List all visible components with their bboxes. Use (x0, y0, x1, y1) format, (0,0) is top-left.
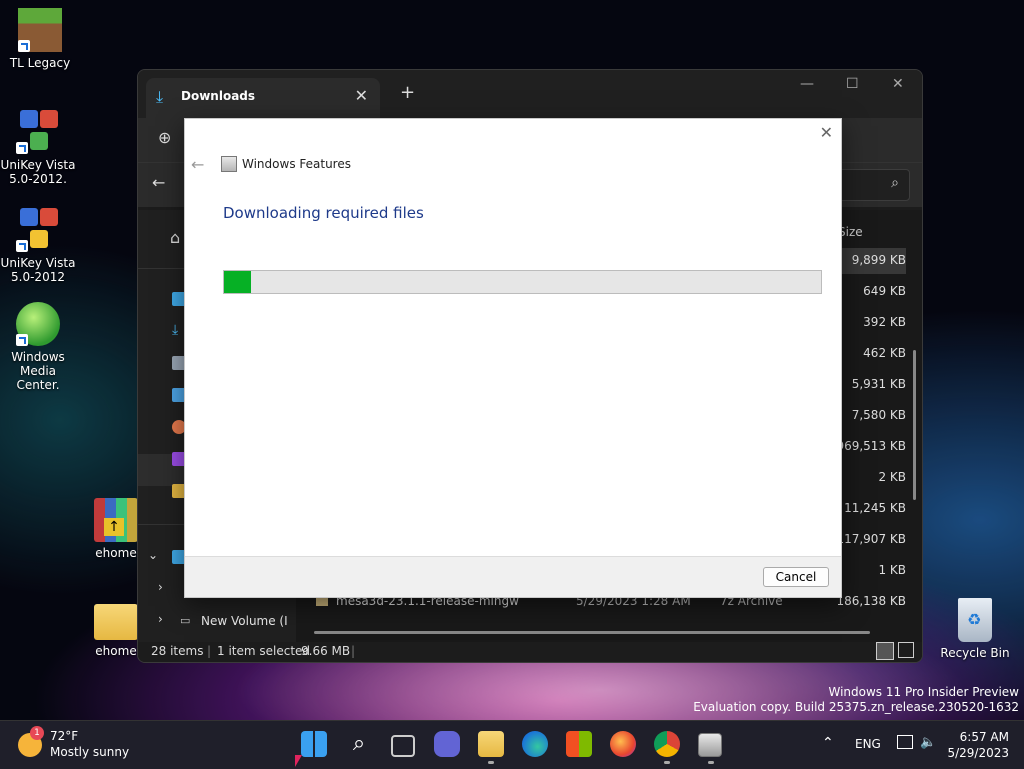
running-indicator (708, 761, 714, 764)
winrar-archive-icon: ↑ (94, 498, 138, 542)
microsoft-store-icon[interactable] (566, 731, 592, 757)
chevron-right-icon[interactable]: › (158, 612, 163, 626)
desktop-icon-unikey-1[interactable]: UniKey Vista 5.0-2012. (0, 110, 78, 186)
home-icon[interactable]: ⌂ (170, 228, 180, 247)
system-clock[interactable]: 6:57 AM 5/29/2023 (947, 729, 1009, 761)
windows-features-dialog: ✕ ← Windows Features Downloading require… (184, 118, 842, 598)
clock-date: 5/29/2023 (947, 746, 1009, 760)
taskbar: 1 72°F Mostly sunny ⌕ ⌃ ENG 🔈 6:57 AM 5/… (0, 720, 1024, 769)
vertical-scrollbar[interactable] (913, 350, 916, 500)
desktop-icon-windows-media-center[interactable]: Windows Media Center. (0, 302, 78, 392)
desktop-icon-unikey-2[interactable]: UniKey Vista 5.0-2012 (0, 208, 78, 284)
windows-media-center-icon (16, 302, 60, 346)
running-indicator (664, 761, 670, 764)
chevron-down-icon[interactable]: ⌄ (148, 548, 158, 562)
status-bar: 28 items | 1 item selected 9.66 MB | (138, 642, 922, 662)
clock-time: 6:57 AM (959, 730, 1009, 744)
up-arrow-icon: ↑ (104, 518, 124, 536)
unikey-icon (16, 110, 60, 154)
sidebar-item-new-volume[interactable]: New Volume (I (201, 614, 288, 628)
explorer-titlebar: ⤓ Downloads ✕ + — ☐ ✕ (138, 70, 922, 118)
dialog-footer: Cancel (185, 556, 841, 597)
shortcut-arrow-icon (16, 334, 28, 346)
status-divider: | (207, 644, 212, 658)
download-progress-bar (223, 270, 822, 294)
new-item-icon[interactable]: ⊕ (158, 128, 171, 147)
item-count: 28 items (151, 644, 204, 658)
back-arrow-icon[interactable]: ← (152, 173, 165, 192)
desktop-icon-label: TL Legacy (9, 56, 71, 70)
chevron-right-icon[interactable]: › (158, 580, 163, 594)
windows-features-icon (221, 156, 237, 172)
file-explorer-icon[interactable] (478, 731, 504, 757)
maximize-button[interactable]: ☐ (846, 76, 859, 92)
new-tab-button[interactable]: + (400, 82, 415, 103)
minecraft-grass-block-icon (18, 8, 62, 52)
selection-info: 1 item selected (217, 644, 311, 658)
input-language[interactable]: ENG (855, 737, 881, 751)
desktop-icon-tl-legacy[interactable]: TL Legacy (0, 8, 80, 70)
dialog-back-icon[interactable]: ← (191, 155, 204, 174)
download-icon: ⤓ (156, 87, 164, 106)
shortcut-arrow-icon (16, 240, 28, 252)
start-button[interactable] (301, 731, 327, 757)
watermark-line-1: Windows 11 Pro Insider Preview (828, 685, 1019, 699)
tab-close-icon[interactable]: ✕ (355, 86, 368, 105)
tab-downloads[interactable]: ⤓ Downloads ✕ (146, 78, 380, 118)
desktop-icon-recycle-bin[interactable]: ♻ Recycle Bin (935, 598, 1015, 660)
desktop-icon-label: Recycle Bin (940, 646, 1010, 660)
notification-badge: 1 (30, 726, 44, 740)
firefox-icon[interactable] (610, 731, 636, 757)
chrome-icon[interactable] (654, 731, 680, 757)
cancel-button[interactable]: Cancel (763, 567, 829, 587)
minimize-button[interactable]: — (800, 76, 814, 92)
desktop-icon-label: UniKey Vista 5.0-2012 (0, 256, 76, 284)
mouse-cursor (295, 755, 302, 767)
drive-icon: ▭ (180, 614, 191, 627)
dialog-title: Windows Features (242, 157, 351, 171)
progress-fill (224, 271, 252, 293)
dialog-heading: Downloading required files (223, 204, 424, 222)
close-window-button[interactable]: ✕ (892, 76, 904, 92)
selection-size: 9.66 MB (301, 644, 351, 658)
unikey-icon (16, 208, 60, 252)
show-hidden-icons-chevron[interactable]: ⌃ (822, 735, 834, 751)
details-view-icon[interactable] (876, 642, 894, 660)
horizontal-scrollbar[interactable] (314, 631, 870, 634)
network-icon[interactable] (897, 735, 913, 749)
dialog-close-icon[interactable]: ✕ (820, 123, 833, 142)
shortcut-arrow-icon (16, 142, 28, 154)
desktop-icon-label: UniKey Vista 5.0-2012. (0, 158, 76, 186)
weather-temperature: 72°F (50, 729, 79, 743)
recycle-bin-icon: ♻ (958, 598, 992, 642)
tab-title: Downloads (181, 89, 256, 103)
recycle-symbol-icon: ♻ (967, 610, 982, 629)
evaluation-watermark: Windows 11 Pro Insider Preview Evaluatio… (693, 685, 1019, 715)
watermark-line-2: Evaluation copy. Build 25375.zn_release.… (693, 700, 1019, 714)
edge-icon[interactable] (522, 731, 548, 757)
shortcut-arrow-icon (18, 40, 30, 52)
tiles-view-icon[interactable] (898, 642, 914, 658)
folder-icon (94, 604, 138, 640)
search-icon[interactable]: ⌕ (346, 731, 372, 757)
teams-chat-icon[interactable] (434, 731, 460, 757)
windows-features-taskbar-icon[interactable] (698, 733, 722, 757)
weather-description: Mostly sunny (50, 745, 130, 759)
running-indicator (488, 761, 494, 764)
status-divider: | (351, 644, 356, 658)
task-view-icon[interactable] (391, 735, 415, 757)
volume-icon[interactable]: 🔈 (920, 735, 936, 750)
search-icon: ⌕ (891, 175, 899, 191)
desktop-icon-label: Windows Media Center. (11, 350, 65, 392)
